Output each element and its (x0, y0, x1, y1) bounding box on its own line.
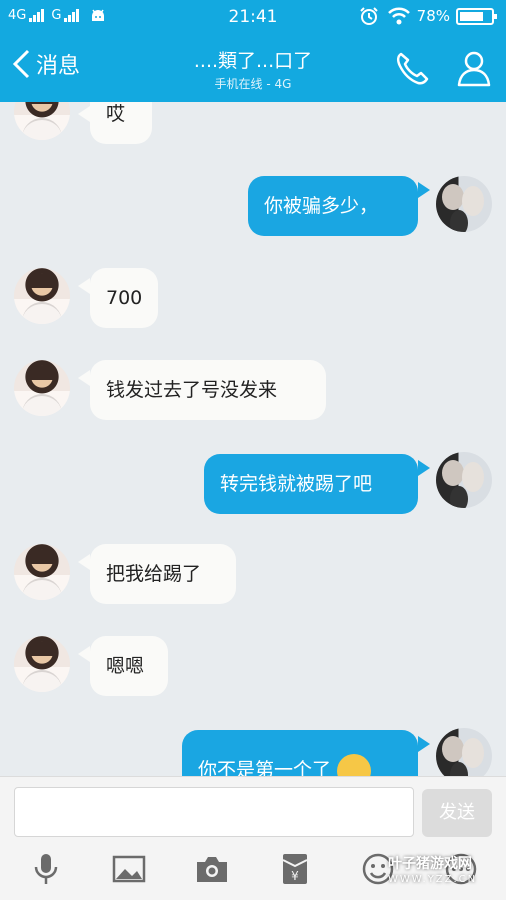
contact-avatar[interactable] (14, 102, 70, 140)
battery-percent: 78% (416, 7, 450, 25)
bubble-tail (418, 182, 430, 198)
contact-status: 手机在线 - 4G (214, 77, 292, 91)
contact-name[interactable]: ....類了...口了 (130, 46, 376, 73)
message-text: 你不是第一个了 (198, 759, 332, 776)
message-input[interactable] (14, 787, 414, 837)
chevron-left-icon (12, 49, 30, 79)
message-bubble-incoming[interactable]: 700 (90, 268, 158, 328)
contact-avatar[interactable] (14, 544, 70, 600)
back-button[interactable]: 消息 (10, 48, 80, 80)
message-bubble-outgoing[interactable]: 你不是第一个了 (182, 730, 418, 776)
bubble-tail (78, 370, 90, 386)
camera-icon[interactable] (194, 851, 230, 887)
contact-avatar[interactable] (14, 268, 70, 324)
chat-header: 消息 ....類了...口了 手机在线 - 4G (0, 34, 506, 102)
wifi-icon (387, 7, 410, 25)
message-bubble-outgoing[interactable]: 转完钱就被踢了吧 (204, 454, 418, 514)
bubble-tail (418, 460, 430, 476)
image-icon[interactable] (111, 851, 147, 887)
flushed-face-icon (337, 753, 372, 776)
phone-icon[interactable] (392, 50, 432, 86)
bubble-tail (78, 278, 90, 294)
bubble-tail (78, 554, 90, 570)
my-avatar[interactable] (436, 176, 492, 232)
battery-level (460, 11, 484, 21)
bubble-tail (78, 646, 90, 662)
message-bubble-incoming[interactable]: 把我给踢了 (90, 544, 236, 604)
profile-icon[interactable] (454, 48, 494, 88)
message-list[interactable]: 哎 你被骗多少， 700 钱发过去了号没发来 转完钱就被踢了吧 把我给踢了 嗯嗯… (0, 102, 506, 776)
bubble-tail (78, 106, 90, 122)
battery-icon (456, 7, 497, 25)
contact-avatar[interactable] (14, 360, 70, 416)
message-bubble-outgoing[interactable]: 你被骗多少， (248, 176, 418, 236)
send-button[interactable]: 发送 (422, 789, 492, 837)
status-bar: 4G G 21:41 78% (0, 0, 506, 34)
red-packet-icon[interactable]: ¥ (277, 851, 313, 887)
back-label: 消息 (36, 54, 81, 79)
my-avatar[interactable] (436, 728, 492, 776)
message-bubble-incoming[interactable]: 哎 (90, 102, 152, 144)
message-bubble-incoming[interactable]: 嗯嗯 (90, 636, 168, 696)
site-watermark: 叶子猪游戏网 WWW.YZZ.CN (388, 856, 477, 888)
alarm-icon (359, 7, 378, 25)
microphone-icon[interactable] (28, 851, 64, 887)
my-avatar[interactable] (436, 452, 492, 508)
watermark-url: WWW.YZZ.CN (388, 874, 478, 885)
watermark-text: 叶子猪游戏网 (388, 856, 472, 872)
svg-text:¥: ¥ (291, 869, 299, 883)
message-bubble-incoming[interactable]: 钱发过去了号没发来 (90, 360, 326, 420)
bubble-tail (418, 736, 430, 752)
contact-avatar[interactable] (14, 636, 70, 692)
